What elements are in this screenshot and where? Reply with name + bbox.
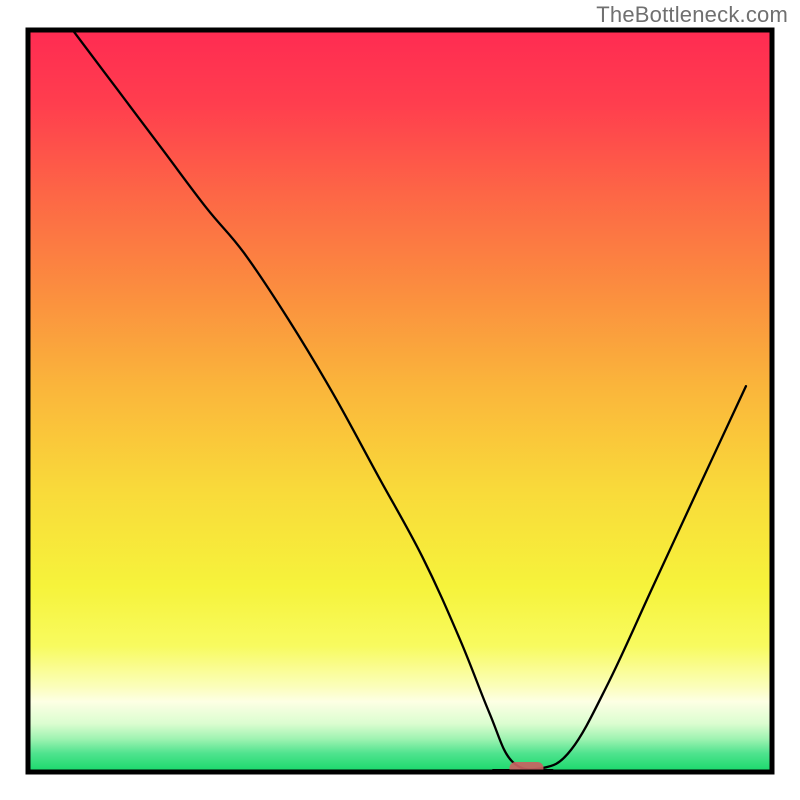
watermark-text: TheBottleneck.com bbox=[596, 2, 788, 28]
chart-container: TheBottleneck.com bbox=[0, 0, 800, 800]
bottleneck-chart bbox=[0, 0, 800, 800]
